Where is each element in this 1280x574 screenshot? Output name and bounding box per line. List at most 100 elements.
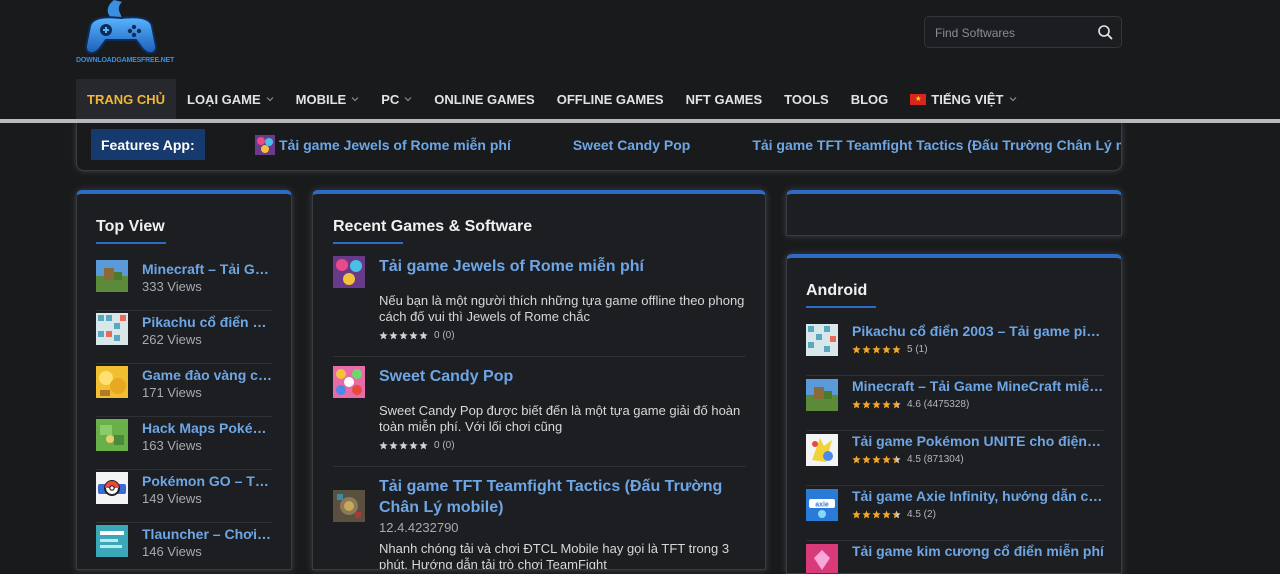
star-full-icon [882,400,891,409]
android-box: Android Pikachu cổ điển 2003 – Tải game … [786,254,1122,574]
nav-item-nft-games[interactable]: NFT GAMES [675,79,774,119]
list-item[interactable]: Pokémon GO – Tải game 149 Views [96,470,272,523]
item-views: 146 Views [142,544,202,559]
nav-item-tools[interactable]: TOOLS [773,79,840,119]
minecraft-thumbnail [806,379,838,411]
tft-thumbnail [333,490,365,522]
nav-item-language[interactable]: TIẾNG VIỆT [899,79,1027,119]
star-empty-icon [399,331,408,340]
star-full-icon [872,455,881,464]
star-half-icon [892,455,901,464]
recent-games-title: Recent Games & Software [333,218,533,235]
rating-text: 4.5 (2) [907,509,936,520]
list-item[interactable]: Pikachu cổ điển 2003 – Tải game pikachu … [806,322,1104,376]
star-full-icon [852,510,861,519]
rating-stars [379,441,429,450]
list-item[interactable]: Hack Maps Pokémon 163 Views [96,417,272,470]
chevron-down-icon [1009,97,1016,102]
list-item[interactable]: Pikachu cổ điển 2003 262 Views [96,311,272,364]
nav-item-loai-game[interactable]: LOẠI GAME [176,79,285,119]
star-empty-icon [389,441,398,450]
item-title: Pokémon GO – Tải game [142,473,272,489]
list-item[interactable]: Sweet Candy Pop Sweet Candy Pop được biế… [333,366,746,467]
gamepad-logo-icon [84,0,158,54]
nav-label: BLOG [850,91,889,107]
title-underline [96,242,166,244]
search-input[interactable] [935,24,1095,42]
list-item[interactable]: Tlauncher – Chơi Minecraft 146 Views [96,523,272,569]
rating: 4.6 (4475328) [852,399,969,410]
rating-stars [852,510,902,519]
ad-widget-box [786,190,1122,236]
item-title[interactable]: Tải game TFT Teamfight Tactics (Đấu Trườ… [379,476,739,518]
rating: 4.5 (871304) [852,454,964,465]
list-item[interactable]: Tải game kim cương cổ điển miễn phí [806,542,1104,573]
list-item[interactable]: Game đào vàng cổ điển 171 Views [96,364,272,417]
star-full-icon [872,345,881,354]
pokemon-unite-thumbnail [806,434,838,466]
star-full-icon [882,455,891,464]
search-box [924,16,1122,48]
star-full-icon [882,510,891,519]
item-views: 171 Views [142,385,202,400]
item-views: 163 Views [142,438,202,453]
title-underline [806,306,876,308]
rating-text: 4.6 (4475328) [907,399,970,410]
features-label: Features App: [91,129,205,160]
feature-link-label: Tải game TFT Teamfight Tactics (Đấu Trườ… [752,137,1121,153]
nav-item-trang-chu[interactable]: TRANG CHỦ [76,79,176,119]
item-title[interactable]: Sweet Candy Pop [379,366,739,387]
rating-stars [852,455,902,464]
rating-text: 0 (0) [434,440,455,451]
site-logo[interactable]: DOWNLOADGAMESFREE.NET [76,0,174,70]
nav-label: LOẠI GAME [187,91,261,107]
nav-item-offline-games[interactable]: OFFLINE GAMES [546,79,675,119]
star-half-icon [892,400,901,409]
feature-link[interactable]: Sweet Candy Pop [573,137,690,153]
nav-item-online-games[interactable]: ONLINE GAMES [423,79,545,119]
list-item[interactable]: Tải game Pokémon UNITE cho điện thoại 4.… [806,432,1104,486]
star-empty-icon [399,441,408,450]
item-title[interactable]: Tải game Jewels of Rome miễn phí [379,256,739,277]
pikachu-thumbnail [96,313,128,345]
logo-text: DOWNLOADGAMESFREE.NET [76,57,175,64]
svg-text:axie: axie [815,502,829,509]
rating-stars [379,331,429,340]
rating-stars [852,345,902,354]
nav-label: TRANG CHỦ [87,91,165,107]
nav-label: MOBILE [295,91,347,107]
rating: 4.5 (2) [852,509,936,520]
list-item[interactable]: Tải game Jewels of Rome miễn phí Nếu bạn… [333,256,746,357]
list-item[interactable]: axie Tải game Axie Infinity, hướng dẫn c… [806,487,1104,541]
nav-item-blog[interactable]: BLOG [840,79,900,119]
features-ticker: Tải game Jewels of Rome miễn phí Sweet C… [255,123,1121,167]
rating-text: 0 (0) [434,330,455,341]
star-empty-icon [389,331,398,340]
axie-infinity-thumbnail: axie [806,489,838,521]
star-empty-icon [419,441,428,450]
feature-link[interactable]: Tải game TFT Teamfight Tactics (Đấu Trườ… [752,137,1121,153]
item-title: Game đào vàng cổ điển [142,367,272,383]
item-title: Pikachu cổ điển 2003 [142,314,272,330]
star-full-icon [852,400,861,409]
item-title: Tải game kim cương cổ điển miễn phí [852,543,1104,559]
item-title: Tải game Pokémon UNITE cho điện thoại [852,433,1104,449]
top-view-box: Top View Minecraft – Tải Game MineCraft … [76,190,292,570]
tlauncher-thumbnail [96,525,128,557]
chevron-down-icon [351,97,359,102]
item-views: 262 Views [142,332,202,347]
list-item[interactable]: Tải game TFT Teamfight Tactics (Đấu Trườ… [333,476,746,570]
list-item[interactable]: Minecraft – Tải Game MineCraft miễn phí … [806,377,1104,431]
list-item[interactable]: Minecraft – Tải Game MineCraft miễn phí … [96,258,272,311]
star-empty-icon [379,331,388,340]
item-description: Nếu bạn là một người thích những tựa gam… [379,293,745,324]
diamond-game-thumbnail [806,544,838,573]
feature-link[interactable]: Tải game Jewels of Rome miễn phí [255,135,511,155]
search-icon[interactable] [1097,24,1113,40]
nav-item-pc[interactable]: PC [370,79,423,119]
item-description: Nhanh chóng tải và chơi ĐTCL Mobile hay … [379,541,730,570]
nav-label: PC [381,91,400,107]
star-empty-icon [409,331,418,340]
nav-item-mobile[interactable]: MOBILE [285,79,371,119]
star-half-icon [892,510,901,519]
